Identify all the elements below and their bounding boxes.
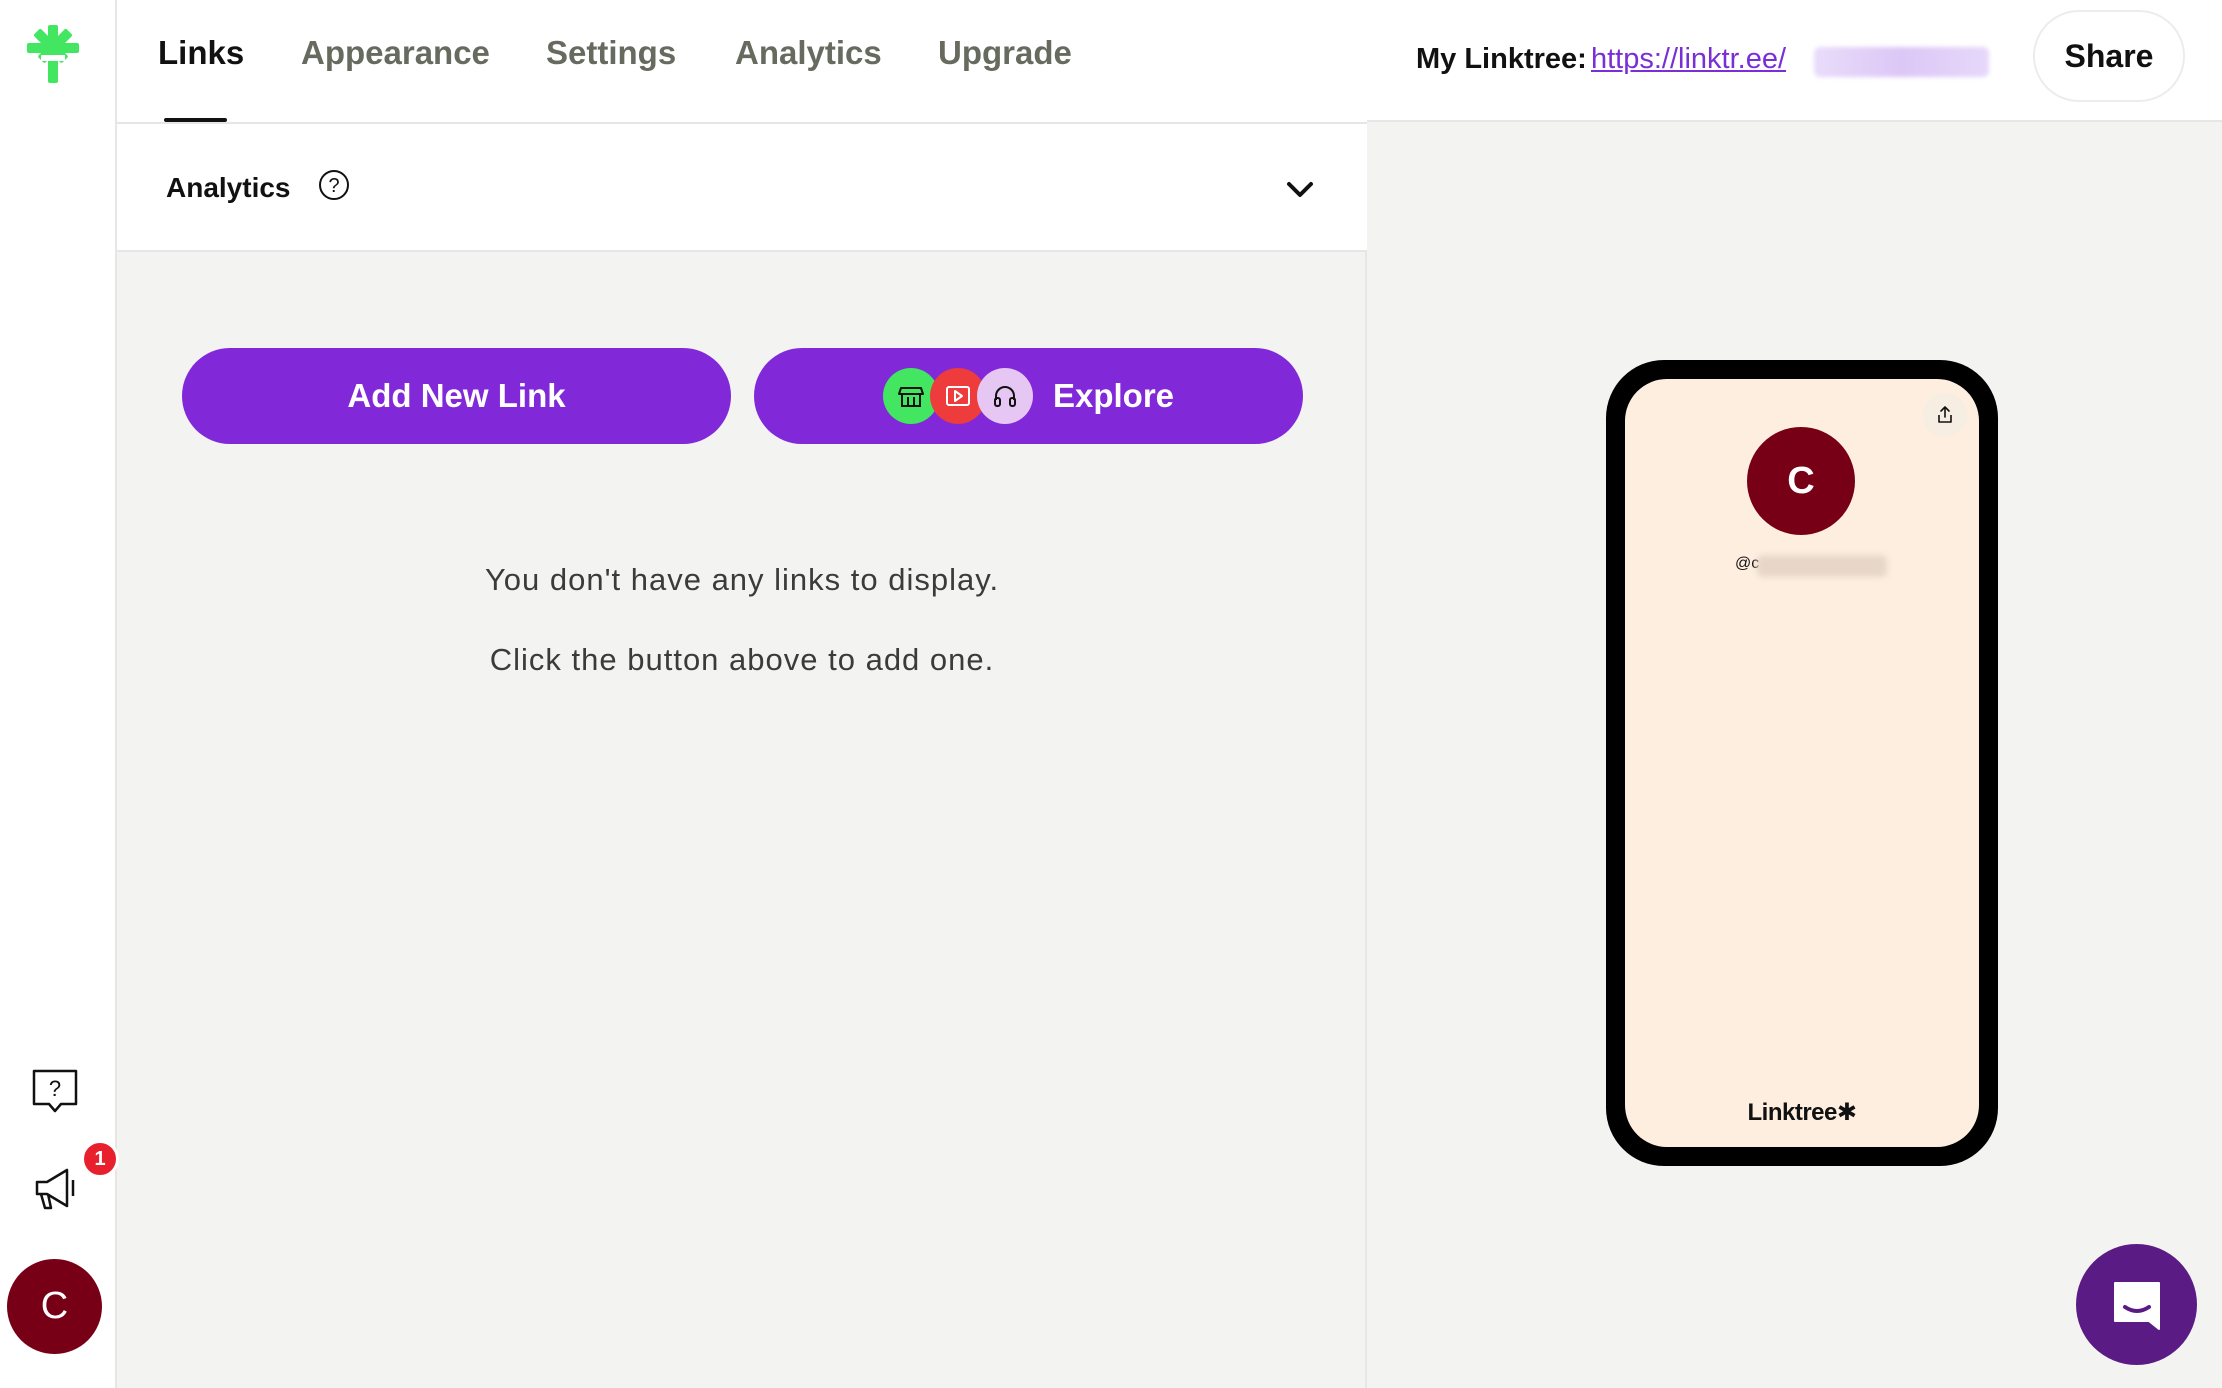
tab-appearance[interactable]: Appearance bbox=[301, 34, 490, 72]
linktree-footer-brand: Linktree✱ bbox=[1625, 1098, 1979, 1127]
my-linktree-url-link[interactable]: https://linktr.ee/ bbox=[1591, 43, 1786, 76]
left-rail: ? 1 C bbox=[0, 0, 119, 1388]
share-upload-icon[interactable] bbox=[1923, 393, 1967, 437]
tab-upgrade[interactable]: Upgrade bbox=[938, 34, 1072, 72]
tab-settings[interactable]: Settings bbox=[546, 34, 676, 72]
phone-preview: C @c Linktree✱ bbox=[1606, 360, 1998, 1166]
svg-text:?: ? bbox=[49, 1076, 61, 1101]
active-tab-indicator bbox=[164, 118, 227, 122]
chevron-down-icon[interactable] bbox=[1284, 174, 1316, 206]
tab-links[interactable]: Links bbox=[158, 34, 244, 72]
preview-panel: My Linktree: https://linktr.ee/ Share C … bbox=[1367, 0, 2222, 1388]
empty-state-message: You don't have any links to display. bbox=[484, 562, 1000, 597]
question-circle-icon[interactable]: ? bbox=[317, 168, 351, 202]
profile-avatar: C bbox=[1747, 427, 1855, 535]
main-panel: Links Appearance Settings Analytics Upgr… bbox=[117, 0, 1367, 1388]
share-button[interactable]: Share bbox=[2033, 10, 2185, 102]
analytics-section[interactable]: Analytics ? bbox=[117, 124, 1367, 252]
tab-analytics[interactable]: Analytics bbox=[735, 34, 882, 72]
empty-state-hint: Click the button above to add one. bbox=[489, 642, 995, 677]
explore-icon-group bbox=[882, 368, 1033, 424]
explore-button[interactable]: Explore bbox=[754, 348, 1303, 444]
svg-text:?: ? bbox=[328, 175, 339, 197]
preview-header: My Linktree: https://linktr.ee/ Share bbox=[1367, 0, 2222, 122]
my-linktree-label: My Linktree: bbox=[1416, 43, 1587, 75]
help-chat-icon[interactable]: ? bbox=[31, 1068, 79, 1116]
asterisk-icon: ✱ bbox=[1836, 1099, 1857, 1126]
profile-handle: @c bbox=[1735, 555, 1760, 572]
chat-bubble-icon[interactable] bbox=[2076, 1244, 2197, 1365]
add-new-link-label: Add New Link bbox=[347, 377, 566, 414]
notification-badge: 1 bbox=[81, 1140, 119, 1178]
megaphone-icon[interactable] bbox=[31, 1164, 79, 1212]
explore-label: Explore bbox=[1052, 377, 1175, 414]
add-new-link-button[interactable]: Add New Link bbox=[182, 348, 731, 444]
redacted-username bbox=[1814, 47, 1989, 77]
redacted-handle bbox=[1757, 555, 1887, 577]
user-avatar[interactable]: C bbox=[7, 1259, 102, 1354]
linktree-logo-icon[interactable] bbox=[27, 25, 79, 83]
brand-text: Linktree bbox=[1747, 1099, 1838, 1126]
phone-screen: C @c Linktree✱ bbox=[1625, 379, 1979, 1147]
headphones-icon bbox=[976, 368, 1033, 424]
analytics-title: Analytics bbox=[166, 172, 291, 203]
top-tabs: Links Appearance Settings Analytics Upgr… bbox=[117, 0, 1367, 124]
